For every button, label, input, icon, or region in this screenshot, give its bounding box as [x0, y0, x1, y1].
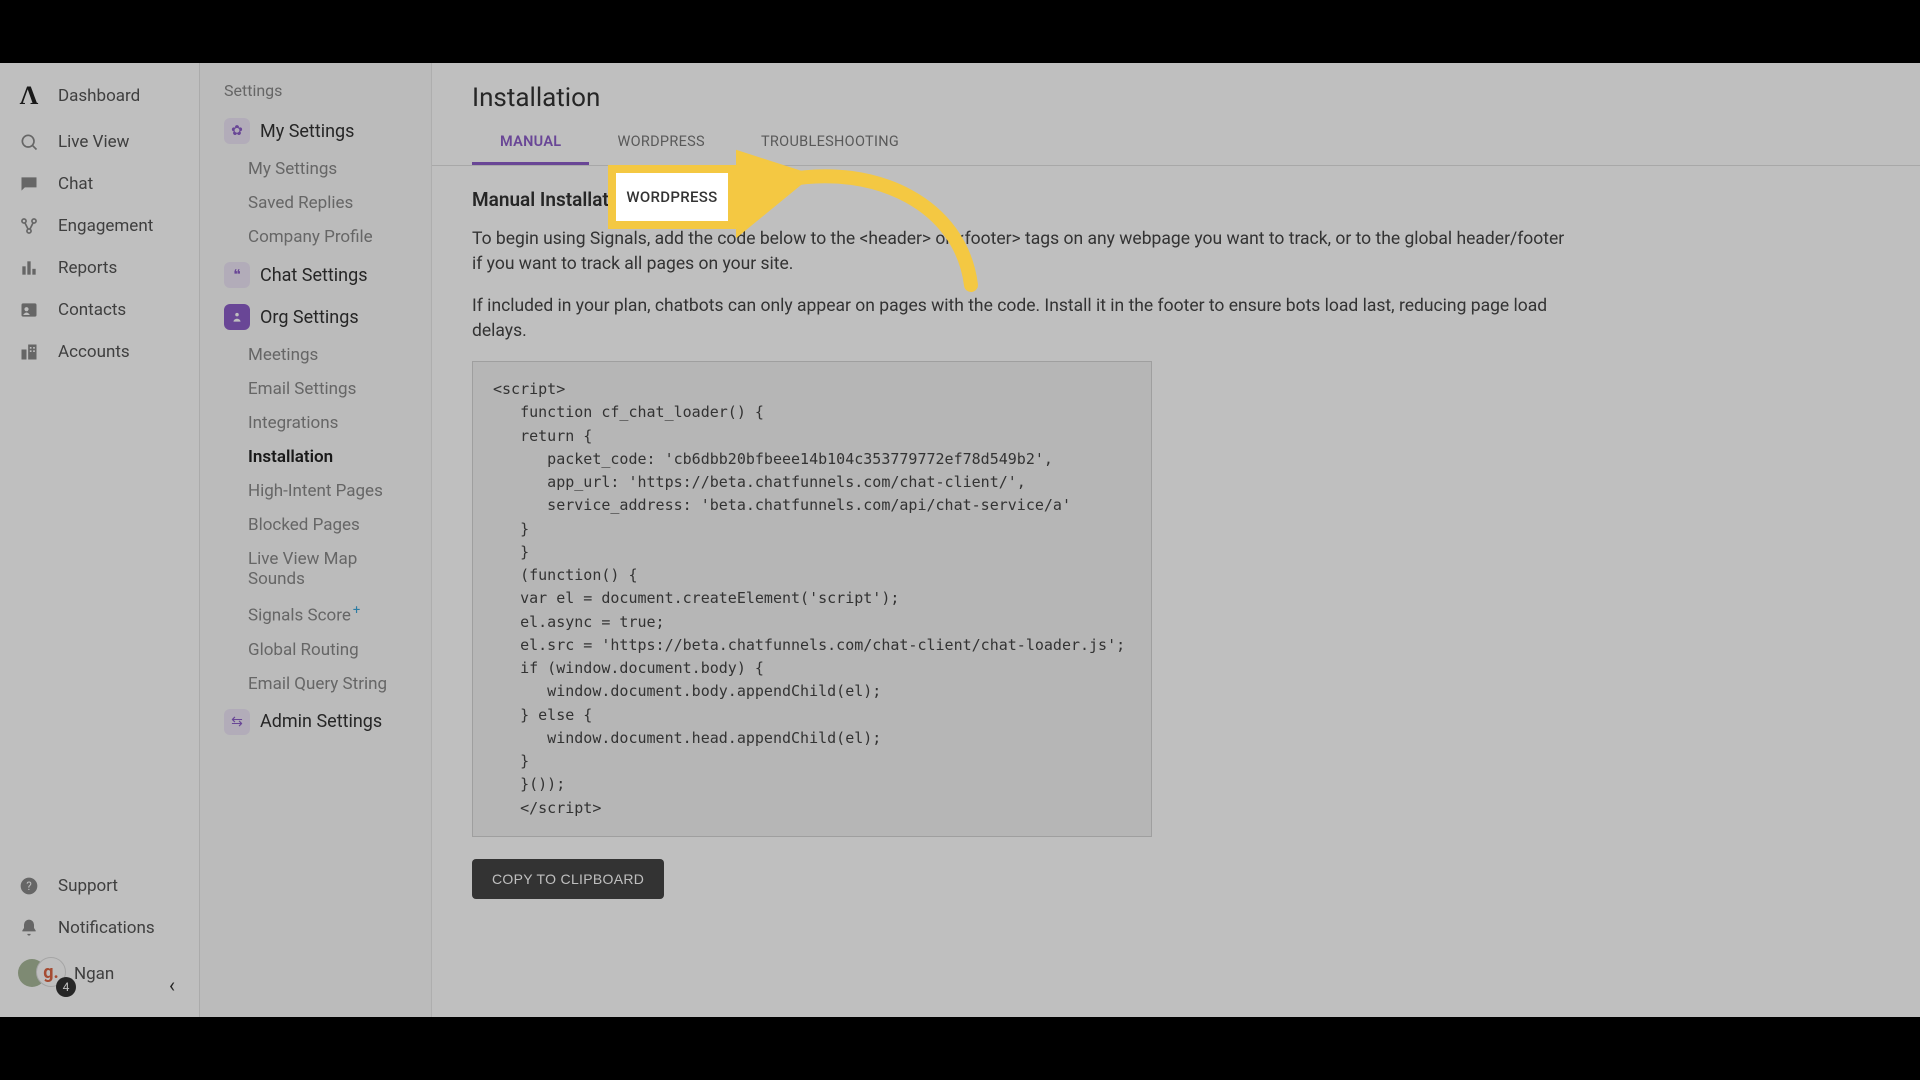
nav-accounts[interactable]: Accounts — [0, 331, 199, 373]
sub-blocked-pages[interactable]: Blocked Pages — [200, 508, 431, 542]
paragraph-2: If included in your plan, chatbots can o… — [472, 294, 1572, 343]
nav-label: Support — [58, 876, 118, 896]
sub-global-routing[interactable]: Global Routing — [200, 633, 431, 667]
sub-email-query[interactable]: Email Query String — [200, 667, 431, 701]
highlight-label: WORDPRESS — [626, 188, 717, 206]
settings-heading: Settings — [200, 81, 431, 110]
nav-label: Engagement — [58, 216, 153, 236]
sub-saved-replies[interactable]: Saved Replies — [200, 186, 431, 220]
avatar-stack: g. 4 — [18, 957, 62, 991]
settings-section-org[interactable]: Org Settings — [200, 296, 431, 338]
section-label: Org Settings — [260, 307, 359, 328]
page-title: Installation — [472, 83, 1880, 113]
section-label: Admin Settings — [260, 711, 382, 732]
engagement-icon — [18, 215, 40, 237]
nav-label: Contacts — [58, 300, 126, 320]
nav-dashboard[interactable]: Λ Dashboard — [0, 71, 199, 121]
reports-icon — [18, 257, 40, 279]
tab-wordpress[interactable]: WORDPRESS — [589, 121, 733, 165]
tab-manual[interactable]: MANUAL — [472, 121, 589, 165]
help-icon: ? — [18, 875, 40, 897]
nav-notifications[interactable]: Notifications — [0, 907, 199, 949]
sub-signals-score[interactable]: Signals Score+ — [200, 596, 431, 633]
nav-label: Dashboard — [58, 86, 140, 106]
contacts-icon — [18, 299, 40, 321]
notification-badge: 4 — [56, 977, 76, 997]
settings-section-chat[interactable]: ❝ Chat Settings — [200, 254, 431, 296]
nav-support[interactable]: ? Support — [0, 865, 199, 907]
copy-to-clipboard-button[interactable]: COPY TO CLIPBOARD — [472, 859, 664, 899]
nav-contacts[interactable]: Contacts — [0, 289, 199, 331]
app-stage: Λ Dashboard Live View Chat Engagement — [0, 63, 1920, 1017]
annotation-highlight-wordpress: WORDPRESS — [608, 165, 736, 229]
code-snippet[interactable]: <script> function cf_chat_loader() { ret… — [472, 361, 1152, 837]
bell-icon — [18, 917, 40, 939]
section-label: Chat Settings — [260, 265, 368, 286]
settings-nav: Settings ✿ My Settings My Settings Saved… — [200, 63, 432, 1017]
admin-icon: ⇆ — [224, 709, 250, 735]
settings-section-admin[interactable]: ⇆ Admin Settings — [200, 701, 431, 743]
svg-text:?: ? — [26, 879, 32, 893]
user-name: Ngan — [74, 964, 114, 984]
nav-label: Live View — [58, 132, 129, 152]
liveview-icon — [18, 131, 40, 153]
accounts-icon — [18, 341, 40, 363]
nav-label: Accounts — [58, 342, 130, 362]
sub-installation[interactable]: Installation — [200, 440, 431, 474]
settings-section-my[interactable]: ✿ My Settings — [200, 110, 431, 152]
sub-email-settings[interactable]: Email Settings — [200, 372, 431, 406]
nav-label: Notifications — [58, 918, 155, 938]
sub-map-sounds[interactable]: Live View Map Sounds — [200, 542, 431, 596]
install-tabs: MANUAL WORDPRESS TROUBLESHOOTING — [432, 121, 1920, 166]
chat-settings-icon: ❝ — [224, 262, 250, 288]
sub-my-settings[interactable]: My Settings — [200, 152, 431, 186]
nav-reports[interactable]: Reports — [0, 247, 199, 289]
nav-live-view[interactable]: Live View — [0, 121, 199, 163]
chat-icon — [18, 173, 40, 195]
primary-nav: Λ Dashboard Live View Chat Engagement — [0, 63, 200, 1017]
collapse-nav-icon[interactable]: ‹ — [169, 973, 175, 997]
nav-chat[interactable]: Chat — [0, 163, 199, 205]
sub-meetings[interactable]: Meetings — [200, 338, 431, 372]
nav-label: Chat — [58, 174, 93, 194]
section-label: My Settings — [260, 121, 354, 142]
nav-label: Reports — [58, 258, 117, 278]
sub-company-profile[interactable]: Company Profile — [200, 220, 431, 254]
tab-troubleshooting[interactable]: TROUBLESHOOTING — [733, 121, 927, 165]
sub-label: Signals Score — [248, 606, 351, 626]
paragraph-1: To begin using Signals, add the code bel… — [472, 227, 1572, 276]
sub-high-intent[interactable]: High-Intent Pages — [200, 474, 431, 508]
plus-badge: + — [353, 603, 360, 618]
org-icon — [224, 304, 250, 330]
logo-icon: Λ — [18, 81, 40, 111]
nav-engagement[interactable]: Engagement — [0, 205, 199, 247]
sub-integrations[interactable]: Integrations — [200, 406, 431, 440]
gear-icon: ✿ — [224, 118, 250, 144]
